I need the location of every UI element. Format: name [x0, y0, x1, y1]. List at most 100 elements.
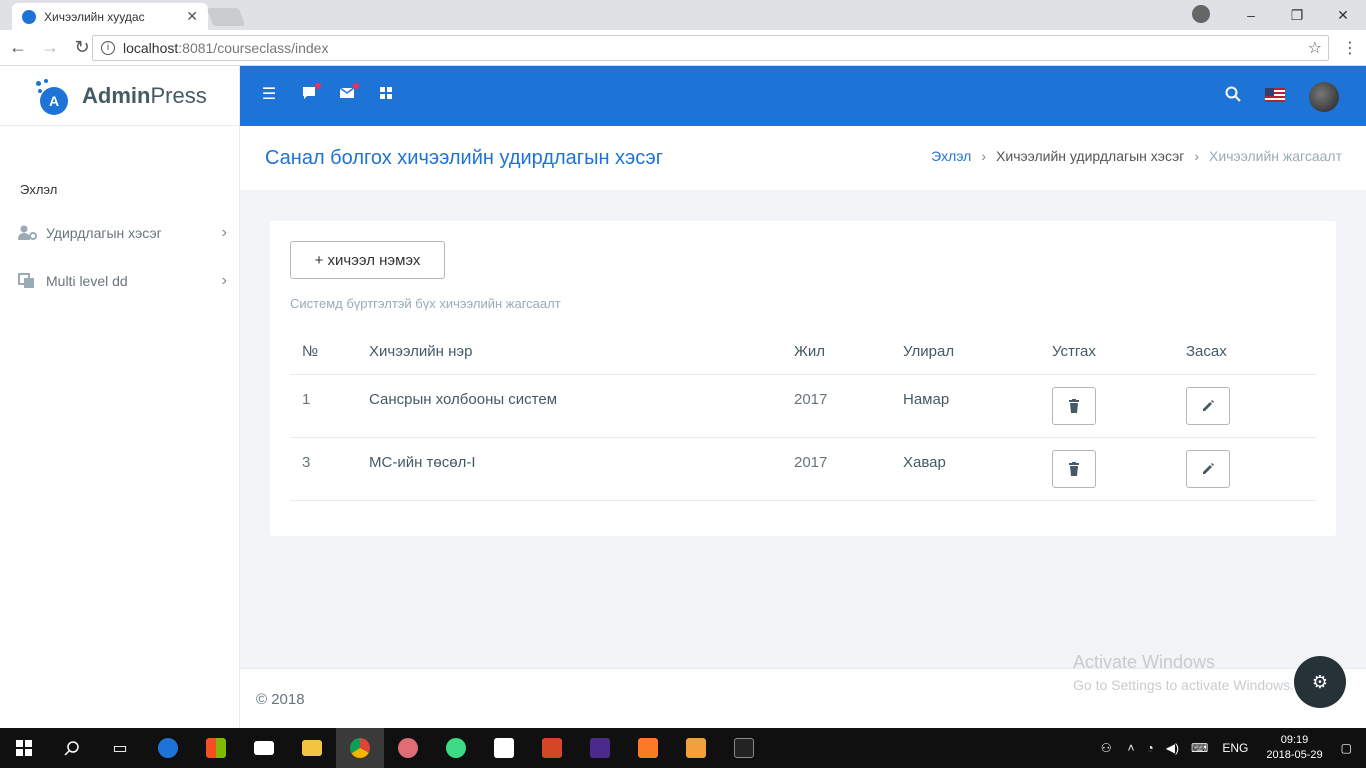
column-header: Хичээлийн нэр — [369, 343, 473, 360]
language-indicator[interactable]: ENG — [1222, 741, 1248, 755]
search-icon[interactable] — [1224, 86, 1242, 104]
mail-icon[interactable] — [338, 83, 359, 104]
wifi-icon[interactable]: ◔ — [1147, 741, 1154, 755]
windows-taskbar: ▭ ⚇ ˄ ◔ ◀) ⌨ ENG 09:19 2018-05-29 ▢ — [0, 728, 1366, 768]
new-tab-button[interactable] — [206, 8, 246, 26]
course-year: 2017 — [794, 391, 828, 408]
users-cog-icon — [18, 225, 37, 240]
chevron-right-icon: › — [221, 272, 227, 289]
course-name: Сансрын холбооны систем — [369, 391, 558, 408]
sublime-icon[interactable] — [672, 728, 720, 768]
chevron-right-icon: › — [1194, 148, 1200, 164]
browser-menu-icon[interactable]: ⋮ — [1342, 38, 1358, 58]
column-header: Улирал — [903, 343, 955, 360]
info-icon[interactable]: i — [101, 41, 115, 55]
texmaker-icon[interactable] — [576, 728, 624, 768]
close-tab-icon[interactable]: ✕ — [186, 8, 198, 25]
settings-gear-button[interactable]: ⚙ — [1294, 656, 1346, 708]
bookmark-star-icon[interactable]: ☆ — [1308, 38, 1322, 58]
row-number: 1 — [302, 391, 311, 408]
keyboard-icon[interactable]: ⌨ — [1191, 741, 1208, 755]
file-explorer-icon[interactable] — [288, 728, 336, 768]
table-header: № Хичээлийн нэр Жил Улирал Устгах Засах — [290, 329, 1316, 375]
chrome-icon[interactable] — [336, 728, 384, 768]
breadcrumb-home[interactable]: Эхлэл — [931, 148, 971, 164]
table-row: 3 МС-ийн төсөл-I 2017 Хавар — [290, 438, 1316, 501]
browser-tab-strip: Хичээлийн хуудас ✕ – ❐ ✕ — [0, 0, 1366, 30]
chevron-right-icon: › — [221, 224, 227, 241]
logo-mark-icon: A — [36, 78, 70, 115]
maximize-icon[interactable]: ❐ — [1274, 7, 1320, 24]
column-header: Жил — [794, 343, 825, 360]
trash-icon — [1069, 399, 1079, 413]
activation-watermark-title: Activate Windows — [1073, 652, 1216, 672]
system-tray: ⚇ ˄ ◔ ◀) ⌨ ENG 09:19 2018-05-29 ▢ — [1091, 728, 1366, 768]
url-input[interactable]: i localhost:8081/courseclass/index ☆ — [92, 35, 1329, 61]
top-navbar: ☰ — [240, 66, 1366, 126]
row-number: 3 — [302, 454, 311, 471]
forward-icon[interactable]: → — [36, 37, 64, 58]
url-path: :8081/courseclass/index — [178, 40, 329, 56]
chevron-right-icon: › — [981, 148, 987, 164]
terminal-icon[interactable] — [720, 728, 768, 768]
store-icon[interactable] — [192, 728, 240, 768]
account-icon[interactable] — [1192, 5, 1210, 23]
grid-icon[interactable] — [377, 86, 395, 104]
android-studio-icon[interactable] — [432, 728, 480, 768]
back-icon[interactable]: ← — [4, 37, 32, 58]
pencil-icon — [1203, 400, 1214, 411]
column-header: Засах — [1186, 343, 1227, 360]
mail-app-icon[interactable] — [240, 728, 288, 768]
volume-icon[interactable]: ◀) — [1166, 741, 1179, 755]
page-title: Санал болгох хичээлийн удирдлагын хэсэг — [265, 146, 663, 169]
clock-date: 2018-05-29 — [1266, 749, 1323, 761]
powerpoint-icon[interactable] — [528, 728, 576, 768]
course-name: МС-ийн төсөл-I — [369, 454, 476, 471]
paint-icon[interactable] — [384, 728, 432, 768]
us-flag-icon[interactable] — [1265, 88, 1285, 102]
windows-start-icon[interactable] — [0, 728, 48, 768]
tab-title: Хичээлийн хуудас — [44, 9, 145, 24]
card-subtitle: Системд бүртгэлтэй бүх хичээлийн жагсаал… — [290, 296, 561, 311]
column-header: № — [302, 343, 319, 360]
sidebar-item-multilevel[interactable]: Multi level dd › — [0, 257, 239, 305]
pencil-icon — [1203, 463, 1214, 474]
course-table: № Хичээлийн нэр Жил Улирал Устгах Засах … — [290, 329, 1316, 501]
trash-icon — [1069, 462, 1079, 476]
column-header: Устгах — [1052, 343, 1096, 360]
task-view-icon[interactable]: ▭ — [96, 728, 144, 768]
breadcrumb-management[interactable]: Хичээлийн удирдлагын хэсэг — [996, 148, 1184, 164]
xampp-icon[interactable] — [624, 728, 672, 768]
search-icon[interactable] — [48, 728, 96, 768]
window-controls: – ❐ ✕ — [1228, 0, 1366, 30]
edit-button[interactable] — [1186, 387, 1230, 425]
course-semester: Намар — [903, 391, 950, 408]
clock-time: 09:19 — [1280, 734, 1309, 746]
minimize-icon[interactable]: – — [1228, 7, 1274, 23]
course-year: 2017 — [794, 454, 828, 471]
close-window-icon[interactable]: ✕ — [1320, 7, 1366, 24]
notification-icon[interactable]: ▢ — [1341, 741, 1352, 755]
delete-button[interactable] — [1052, 387, 1096, 425]
browser-tab[interactable]: Хичээлийн хуудас ✕ — [12, 3, 208, 30]
people-icon[interactable]: ⚇ — [1101, 741, 1112, 755]
brand-logo[interactable]: A AdminPress — [0, 66, 239, 126]
copy-icon — [18, 273, 34, 288]
menu-icon[interactable]: ☰ — [260, 86, 278, 104]
table-row: 1 Сансрын холбооны систем 2017 Намар — [290, 375, 1316, 438]
edge-icon[interactable] — [144, 728, 192, 768]
page-header: Санал болгох хичээлийн удирдлагын хэсэг … — [240, 126, 1366, 190]
sticky-notes-icon[interactable] — [480, 728, 528, 768]
clock[interactable]: 09:19 2018-05-29 — [1266, 733, 1322, 763]
delete-button[interactable] — [1052, 450, 1096, 488]
chevron-up-icon[interactable]: ˄ — [1128, 741, 1135, 755]
edit-button[interactable] — [1186, 450, 1230, 488]
sidebar-item-management[interactable]: Удирдлагын хэсэг › — [0, 209, 239, 257]
url-host: localhost — [123, 40, 179, 56]
brand-name: AdminPress — [82, 82, 207, 108]
address-bar: ← → ↻ i localhost:8081/courseclass/index… — [0, 30, 1366, 66]
add-course-button[interactable]: + хичээл нэмэх — [290, 241, 445, 279]
message-icon[interactable] — [300, 83, 321, 104]
avatar[interactable] — [1309, 82, 1339, 112]
breadcrumb-current: Хичээлийн жагсаалт — [1209, 148, 1342, 164]
